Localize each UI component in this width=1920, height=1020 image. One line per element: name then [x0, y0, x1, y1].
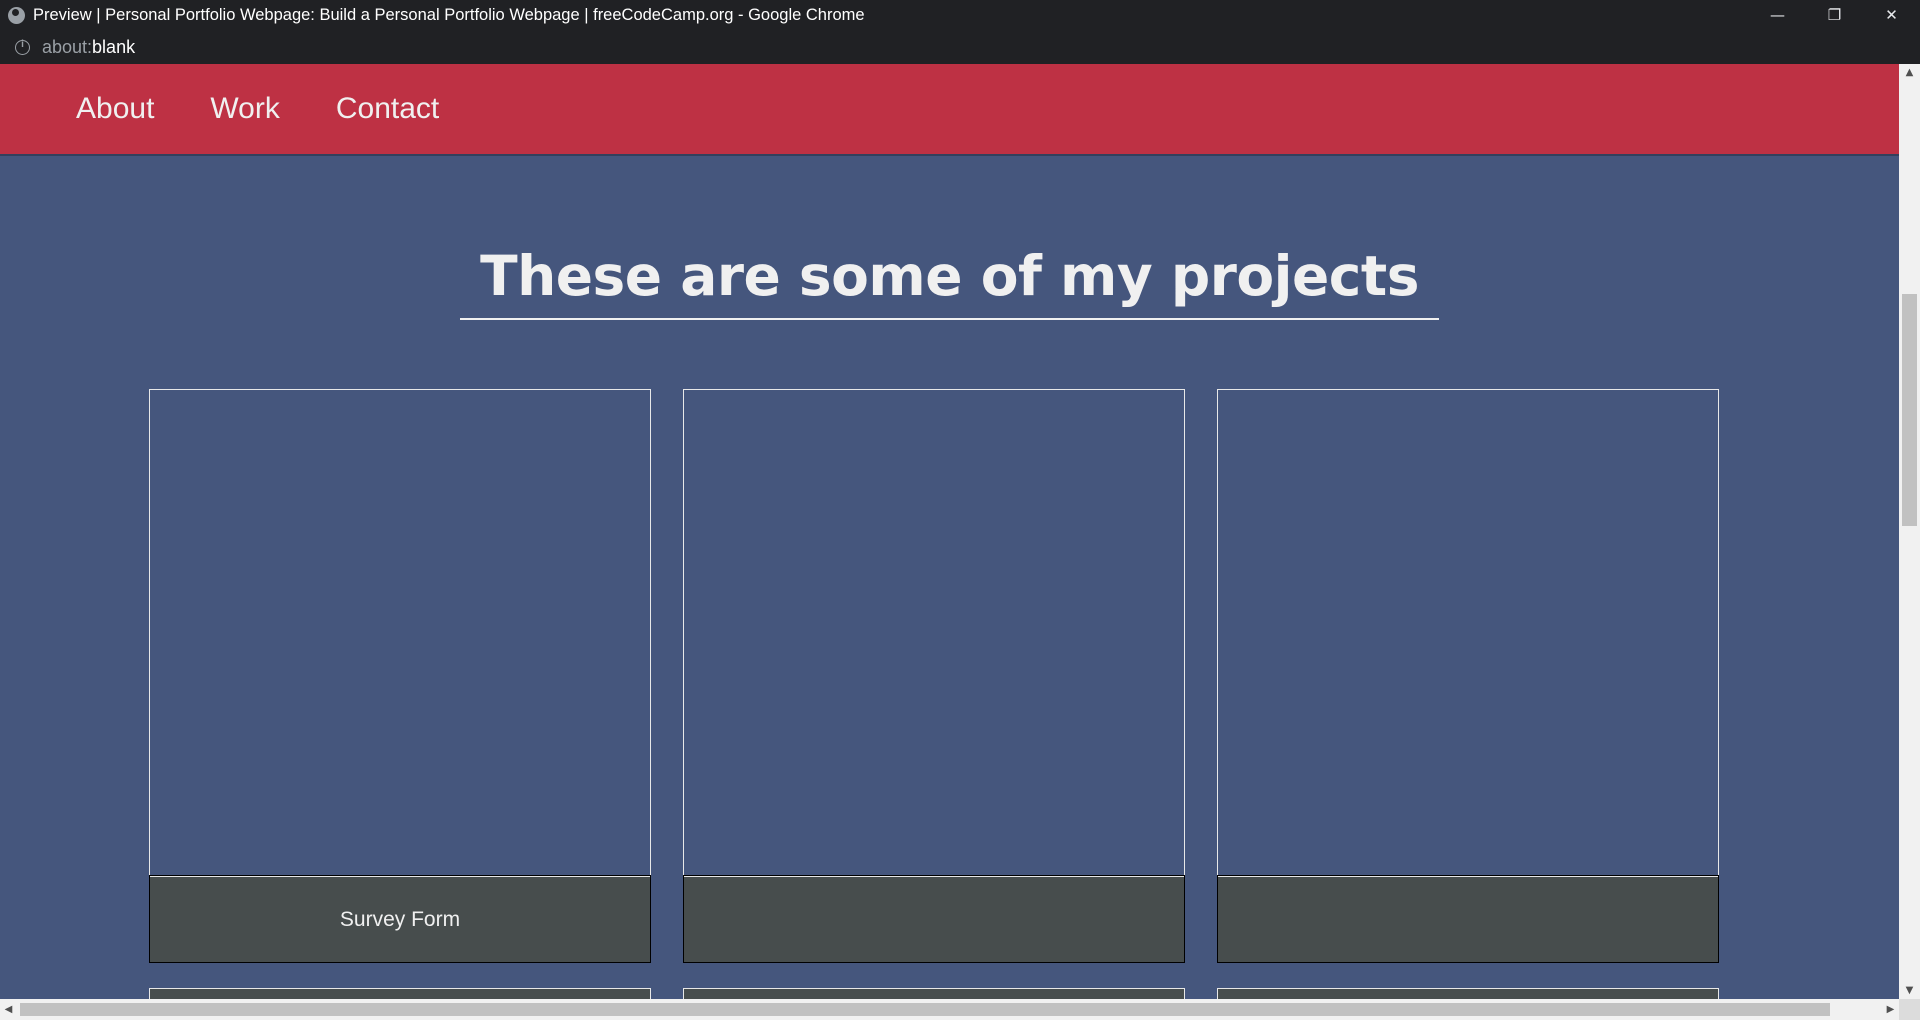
- project-tile[interactable]: [149, 988, 651, 999]
- minimize-button[interactable]: —: [1749, 0, 1806, 30]
- project-tile-survey-form[interactable]: Survey Form: [149, 389, 651, 963]
- close-button[interactable]: ✕: [1863, 0, 1920, 30]
- projects-heading: These are some of my projects: [460, 244, 1439, 320]
- info-icon[interactable]: [15, 39, 30, 55]
- window-controls: — ❐ ✕: [1749, 0, 1920, 30]
- project-title: Survey Form: [149, 875, 651, 963]
- page-viewport: About Work Contact These are some of my …: [0, 64, 1899, 999]
- browser-title-bar: Preview | Personal Portfolio Webpage: Bu…: [0, 0, 1920, 30]
- window-title: Preview | Personal Portfolio Webpage: Bu…: [33, 5, 865, 24]
- horizontal-scroll-thumb[interactable]: [20, 1003, 1830, 1016]
- project-image: [684, 390, 1184, 876]
- nav-link-contact[interactable]: Contact: [336, 92, 439, 126]
- project-tile[interactable]: [1217, 389, 1719, 963]
- url-scheme: about:: [42, 36, 93, 57]
- url-path: blank: [92, 36, 136, 57]
- vertical-scrollbar[interactable]: ▲ ▼: [1899, 64, 1920, 999]
- navbar: About Work Contact: [0, 64, 1899, 154]
- nav-link-work[interactable]: Work: [210, 92, 279, 126]
- scrollbar-corner: [1899, 999, 1920, 1020]
- vertical-scroll-thumb[interactable]: [1902, 294, 1917, 526]
- restore-button[interactable]: ❐: [1806, 0, 1863, 30]
- scroll-right-arrow-icon[interactable]: ▶: [1882, 999, 1899, 1020]
- project-tile[interactable]: [683, 988, 1185, 999]
- scroll-left-arrow-icon[interactable]: ◀: [0, 999, 17, 1020]
- project-image: [1218, 390, 1718, 876]
- project-title: [1217, 875, 1719, 963]
- horizontal-scrollbar[interactable]: ◀ ▶: [0, 999, 1920, 1020]
- project-image: [150, 390, 650, 876]
- project-tile[interactable]: [1217, 988, 1719, 999]
- url-text[interactable]: about:blank: [42, 37, 135, 58]
- nav-link-about[interactable]: About: [76, 92, 154, 126]
- globe-icon: [8, 6, 25, 24]
- scroll-up-arrow-icon[interactable]: ▲: [1899, 64, 1920, 81]
- project-tile[interactable]: [683, 389, 1185, 963]
- projects-section-header: These are some of my projects: [0, 244, 1899, 320]
- scroll-down-arrow-icon[interactable]: ▼: [1899, 982, 1920, 999]
- project-title: [683, 875, 1185, 963]
- address-bar[interactable]: about:blank: [0, 30, 1920, 64]
